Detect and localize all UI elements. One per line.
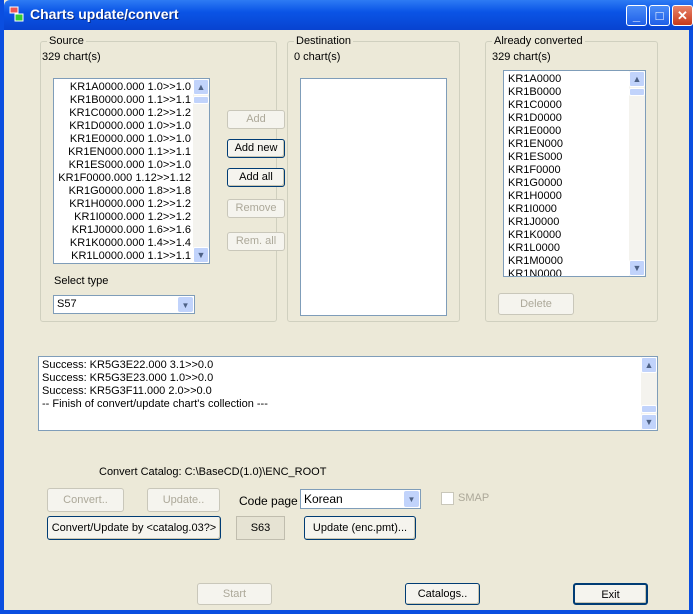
smap-checkbox[interactable]	[441, 492, 454, 505]
list-item[interactable]: KR1N0000	[508, 268, 563, 276]
list-item: Success: KR5G3F11.000 2.0>>0.0	[42, 385, 212, 397]
close-button[interactable]: ✕	[672, 5, 693, 26]
list-item[interactable]: KR1C0000	[508, 99, 563, 112]
list-item[interactable]: KR1K0000	[508, 229, 563, 242]
converted-list[interactable]: KR1A0000 KR1B0000 KR1C0000 KR1D0000 KR1E0000…	[503, 70, 646, 277]
remove-button[interactable]: Remove	[227, 199, 285, 218]
converted-scrollbar[interactable]: ▲ ▼	[629, 71, 645, 276]
title-bar[interactable]: Charts update/convert _ □ ✕	[4, 0, 693, 30]
list-item[interactable]: KR1A0000	[508, 73, 563, 86]
convert-catalog-path: Convert Catalog: C:\BaseCD(1.0)\ENC_ROOT	[99, 466, 327, 478]
exit-button[interactable]: Exit	[573, 583, 648, 605]
converted-count: 329 chart(s)	[492, 51, 551, 63]
code-page-value: Korean	[304, 492, 343, 506]
maximize-button[interactable]: □	[649, 5, 670, 26]
list-item[interactable]: KR1C0000.000 1.2>>1.2	[58, 107, 191, 120]
source-count: 329 chart(s)	[42, 51, 101, 63]
list-item[interactable]: KR1K0000.000 1.4>>1.4	[58, 237, 191, 250]
list-item: Success: KR5G3E23.000 1.0>>0.0	[42, 372, 214, 384]
list-item[interactable]: KR1L0000.000 1.1>>1.1	[58, 250, 191, 263]
list-item[interactable]: KR1J0000.000 1.6>>1.6	[58, 224, 191, 237]
list-item[interactable]: KR1ES000	[508, 151, 563, 164]
list-item[interactable]: KR1B0000.000 1.1>>1.1	[58, 94, 191, 107]
list-item[interactable]: KR1I0000	[508, 203, 563, 216]
code-page-combo[interactable]: Korean ▼	[300, 489, 421, 509]
convert-button[interactable]: Convert..	[47, 488, 124, 512]
list-item[interactable]: KR1D0000.000 1.0>>1.0	[58, 120, 191, 133]
list-item: -- Finish of convert/update chart's coll…	[42, 398, 268, 410]
list-item[interactable]: KR1G0000	[508, 177, 563, 190]
list-item[interactable]: KR1B0000	[508, 86, 563, 99]
delete-button[interactable]: Delete	[498, 293, 574, 315]
remove-all-button[interactable]: Rem. all	[227, 232, 285, 251]
list-item[interactable]: KR1H0000.000 1.2>>1.2	[58, 198, 191, 211]
list-item[interactable]: KR1D0000	[508, 112, 563, 125]
add-new-button[interactable]: Add new	[227, 139, 285, 158]
list-item[interactable]: KR1A0000.000 1.0>>1.0	[58, 81, 191, 94]
update-enc-pmt-button[interactable]: Update (enc.pmt)...	[304, 516, 416, 540]
source-scrollbar[interactable]: ▲ ▼	[193, 79, 209, 263]
chevron-down-icon[interactable]: ▼	[178, 297, 193, 312]
dialog-window: Charts update/convert _ □ ✕ Source 329 c…	[0, 0, 693, 614]
scroll-down-icon[interactable]: ▼	[641, 414, 657, 430]
add-all-button[interactable]: Add all	[227, 168, 285, 187]
converted-label: Already converted	[492, 35, 585, 47]
list-item[interactable]: KR1E0000.000 1.0>>1.0	[58, 133, 191, 146]
log-scrollbar[interactable]: ▲ ▼	[641, 357, 657, 430]
convert-update-by-catalog-button[interactable]: Convert/Update by <catalog.03?>	[47, 516, 221, 540]
scroll-down-icon[interactable]: ▼	[629, 260, 645, 276]
select-type-label: Select type	[54, 275, 109, 287]
source-label: Source	[47, 35, 86, 47]
log-box[interactable]: Success: KR5G3E22.000 3.1>>0.0 Success: K…	[38, 356, 658, 431]
s63-indicator[interactable]: S63	[236, 516, 285, 540]
list-item[interactable]: KR1I0000.000 1.2>>1.2	[58, 211, 191, 224]
destination-label: Destination	[294, 35, 354, 47]
list-item[interactable]: KR1E0000	[508, 125, 563, 138]
smap-label: SMAP	[458, 492, 490, 504]
scroll-down-icon[interactable]: ▼	[193, 247, 209, 263]
list-item[interactable]: KR1ES000.000 1.0>>1.0	[58, 159, 191, 172]
scroll-thumb[interactable]	[629, 88, 645, 96]
window-title: Charts update/convert	[30, 6, 179, 22]
list-item[interactable]: KR1H0000	[508, 190, 563, 203]
minimize-button[interactable]: _	[626, 5, 647, 26]
catalogs-button[interactable]: Catalogs..	[405, 583, 480, 605]
start-button[interactable]: Start	[197, 583, 272, 605]
destination-count: 0 chart(s)	[294, 51, 341, 63]
scroll-thumb[interactable]	[193, 96, 209, 104]
list-item[interactable]: KR1M0000	[508, 255, 563, 268]
list-item[interactable]: KR1EN000.000 1.1>>1.1	[58, 146, 191, 159]
destination-list[interactable]	[300, 78, 447, 316]
select-type-value: S57	[57, 298, 77, 310]
chevron-down-icon[interactable]: ▼	[404, 491, 419, 507]
update-button[interactable]: Update..	[147, 488, 220, 512]
list-item[interactable]: KR1G0000.000 1.8>>1.8	[58, 185, 191, 198]
list-item: Success: KR5G3E22.000 3.1>>0.0	[42, 359, 214, 371]
app-icon	[9, 6, 24, 22]
list-item[interactable]: KR1F0000.000 1.12>>1.12	[58, 172, 191, 185]
list-item[interactable]: KR1L0000	[508, 242, 563, 255]
source-list[interactable]: KR1A0000.000 1.0>>1.0 KR1B0000.000 1.1>>1…	[53, 78, 210, 264]
scroll-up-icon[interactable]: ▲	[641, 357, 657, 373]
select-type-combo[interactable]: S57 ▼	[53, 295, 195, 314]
list-item[interactable]: KR1EN000	[508, 138, 563, 151]
list-item[interactable]: KR1F0000	[508, 164, 563, 177]
scroll-thumb[interactable]	[641, 405, 657, 413]
scroll-up-icon[interactable]: ▲	[629, 71, 645, 87]
list-item[interactable]: KR1J0000	[508, 216, 563, 229]
code-page-label: Code page	[239, 494, 298, 508]
add-button[interactable]: Add	[227, 110, 285, 129]
scroll-up-icon[interactable]: ▲	[193, 79, 209, 95]
